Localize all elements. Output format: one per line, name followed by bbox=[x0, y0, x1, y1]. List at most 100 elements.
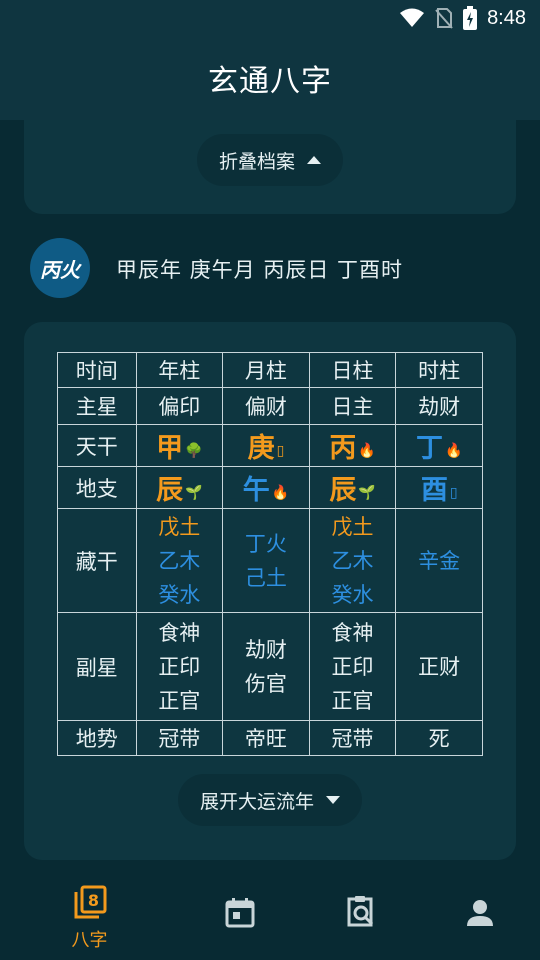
fuxing-item: 食神 bbox=[331, 620, 374, 645]
fire-element-icon: 🔥 bbox=[358, 443, 376, 459]
chevron-down-icon bbox=[326, 796, 341, 804]
header-cell: 时柱 bbox=[395, 352, 483, 388]
tiangan-cell: 甲 🌳 bbox=[135, 424, 224, 467]
expand-dayun-label: 展开大运流年 bbox=[199, 790, 315, 813]
tiangan-cell: 丁 🔥 bbox=[395, 424, 483, 467]
calendar-icon bbox=[225, 898, 254, 928]
fuxing-cell: 食神 正印 正官 bbox=[308, 612, 397, 721]
chevron-up-icon bbox=[307, 156, 322, 164]
metal-element-icon: ▯ bbox=[449, 485, 458, 501]
main-star-cell: 偏印 bbox=[135, 387, 224, 425]
svg-text:8: 8 bbox=[87, 891, 98, 910]
wifi-icon bbox=[400, 8, 425, 27]
day-master-label: 丙火 bbox=[40, 257, 80, 282]
nav-item-calendar[interactable] bbox=[172, 870, 307, 960]
clipboard-search-icon bbox=[347, 896, 373, 927]
canggan-item: 癸水 bbox=[331, 582, 374, 607]
status-bar: 8:48 bbox=[0, 0, 540, 36]
main-star-cell: 偏财 bbox=[222, 387, 310, 425]
fuxing-cell: 食神 正印 正官 bbox=[135, 612, 224, 721]
main-star-cell: 劫财 bbox=[395, 387, 483, 425]
table-row-header: 时间 年柱 月柱 日柱 时柱 bbox=[57, 352, 483, 388]
sprout-element-icon: 🌱 bbox=[185, 485, 203, 501]
table-row-canggan: 藏干 戊土 乙木 癸水 丁火 己土 戊土 乙木 癸水 辛金 bbox=[57, 508, 483, 613]
canggan-cell: 辛金 bbox=[395, 508, 483, 613]
day-master-avatar: 丙火 bbox=[30, 238, 90, 298]
tiangan-char: 甲 bbox=[156, 433, 184, 464]
collapse-profile-label: 折叠档案 bbox=[218, 150, 296, 173]
fuxing-item: 食神 bbox=[158, 620, 201, 645]
app-bar: 玄通八字 bbox=[0, 36, 540, 120]
canggan-item: 乙木 bbox=[331, 548, 374, 573]
profile-card: 折叠档案 bbox=[24, 120, 516, 214]
metal-element-icon: ▯ bbox=[276, 443, 285, 459]
app-title: 玄通八字 bbox=[208, 64, 332, 99]
canggan-item: 丁火 bbox=[244, 531, 287, 556]
fuxing-item: 劫财 bbox=[244, 637, 287, 662]
nav-label-bazi: 八字 bbox=[71, 930, 108, 951]
row-label: 主星 bbox=[57, 387, 137, 425]
nav-item-reports[interactable] bbox=[292, 870, 427, 960]
no-sim-icon bbox=[435, 8, 453, 29]
status-icons: 8:48 bbox=[399, 6, 526, 30]
fuxing-item: 伤官 bbox=[244, 671, 287, 696]
row-label: 副星 bbox=[57, 612, 137, 721]
collapse-profile-button[interactable]: 折叠档案 bbox=[196, 134, 344, 186]
bazi-chart-card: 时间 年柱 月柱 日柱 时柱 主星 偏印 偏财 日主 劫财 天干 甲 🌳 庚 ▯ 丙… bbox=[24, 322, 516, 860]
sprout-element-icon: 🌱 bbox=[358, 485, 376, 501]
tiangan-char: 庚 bbox=[247, 433, 275, 464]
status-time: 8:48 bbox=[487, 6, 526, 29]
dizhi-char: 午 bbox=[242, 475, 270, 506]
dishi-cell: 帝旺 bbox=[222, 720, 310, 756]
person-icon bbox=[466, 900, 493, 926]
fuxing-cell: 正财 bbox=[395, 612, 483, 721]
nav-item-bazi[interactable]: 8 八字 bbox=[22, 870, 157, 960]
dizhi-char: 酉 bbox=[420, 475, 448, 506]
bazi-book-icon: 8 bbox=[74, 885, 106, 919]
fire-element-icon: 🔥 bbox=[271, 485, 290, 501]
fuxing-cell: 劫财 伤官 bbox=[222, 612, 310, 721]
main-star-cell: 日主 bbox=[308, 387, 397, 425]
tiangan-char: 丁 bbox=[415, 433, 443, 464]
wood-element-icon: 🌳 bbox=[185, 443, 203, 459]
dizhi-cell: 午 🔥 bbox=[222, 466, 310, 509]
dizhi-cell: 酉 ▯ bbox=[395, 466, 483, 509]
header-cell: 日柱 bbox=[308, 352, 397, 388]
table-row-fuxing: 副星 食神 正印 正官 劫财 伤官 食神 正印 正官 正财 bbox=[57, 612, 483, 721]
dishi-cell: 冠带 bbox=[308, 720, 397, 756]
fuxing-item: 正官 bbox=[158, 688, 201, 713]
tiangan-cell: 庚 ▯ bbox=[222, 424, 310, 467]
tiangan-char: 丙 bbox=[329, 433, 357, 464]
dizhi-cell: 辰 🌱 bbox=[135, 466, 224, 509]
table-row-dizhi: 地支 辰 🌱 午 🔥 辰 🌱 酉 ▯ bbox=[57, 466, 483, 509]
header-cell: 年柱 bbox=[135, 352, 224, 388]
table-row-main-star: 主星 偏印 偏财 日主 劫财 bbox=[57, 387, 483, 425]
expand-dayun-button[interactable]: 展开大运流年 bbox=[177, 774, 363, 826]
tiangan-cell: 丙 🔥 bbox=[308, 424, 397, 467]
bazi-table: 时间 年柱 月柱 日柱 时柱 主星 偏印 偏财 日主 劫财 天干 甲 🌳 庚 ▯ 丙… bbox=[57, 352, 483, 756]
bottom-nav: 8 八字 bbox=[0, 870, 540, 960]
row-label: 天干 bbox=[57, 424, 137, 467]
fuxing-item: 正印 bbox=[331, 654, 374, 679]
canggan-item: 乙木 bbox=[158, 548, 201, 573]
dizhi-cell: 辰 🌱 bbox=[308, 466, 397, 509]
canggan-item: 癸水 bbox=[158, 582, 201, 607]
bazi-summary: 甲辰年 庚午月 丙辰日 丁酉时 bbox=[116, 258, 404, 282]
canggan-cell: 戊土 乙木 癸水 bbox=[308, 508, 397, 613]
canggan-cell: 戊土 乙木 癸水 bbox=[135, 508, 224, 613]
nav-item-profile[interactable] bbox=[412, 870, 540, 960]
row-label: 藏干 bbox=[57, 508, 137, 613]
header-cell: 月柱 bbox=[222, 352, 310, 388]
table-row-tiangan: 天干 甲 🌳 庚 ▯ 丙 🔥 丁 🔥 bbox=[57, 424, 483, 467]
dishi-cell: 冠带 bbox=[135, 720, 224, 756]
fuxing-item: 正印 bbox=[158, 654, 201, 679]
dizhi-char: 辰 bbox=[156, 475, 184, 506]
battery-charging-icon bbox=[463, 6, 478, 30]
fuxing-item: 正官 bbox=[331, 688, 374, 713]
fire-element-icon: 🔥 bbox=[444, 443, 463, 459]
row-label: 地势 bbox=[57, 720, 137, 756]
fuxing-item: 正财 bbox=[418, 654, 461, 679]
canggan-item: 戊土 bbox=[331, 514, 374, 539]
canggan-item: 戊土 bbox=[158, 514, 201, 539]
dizhi-char: 辰 bbox=[329, 475, 357, 506]
